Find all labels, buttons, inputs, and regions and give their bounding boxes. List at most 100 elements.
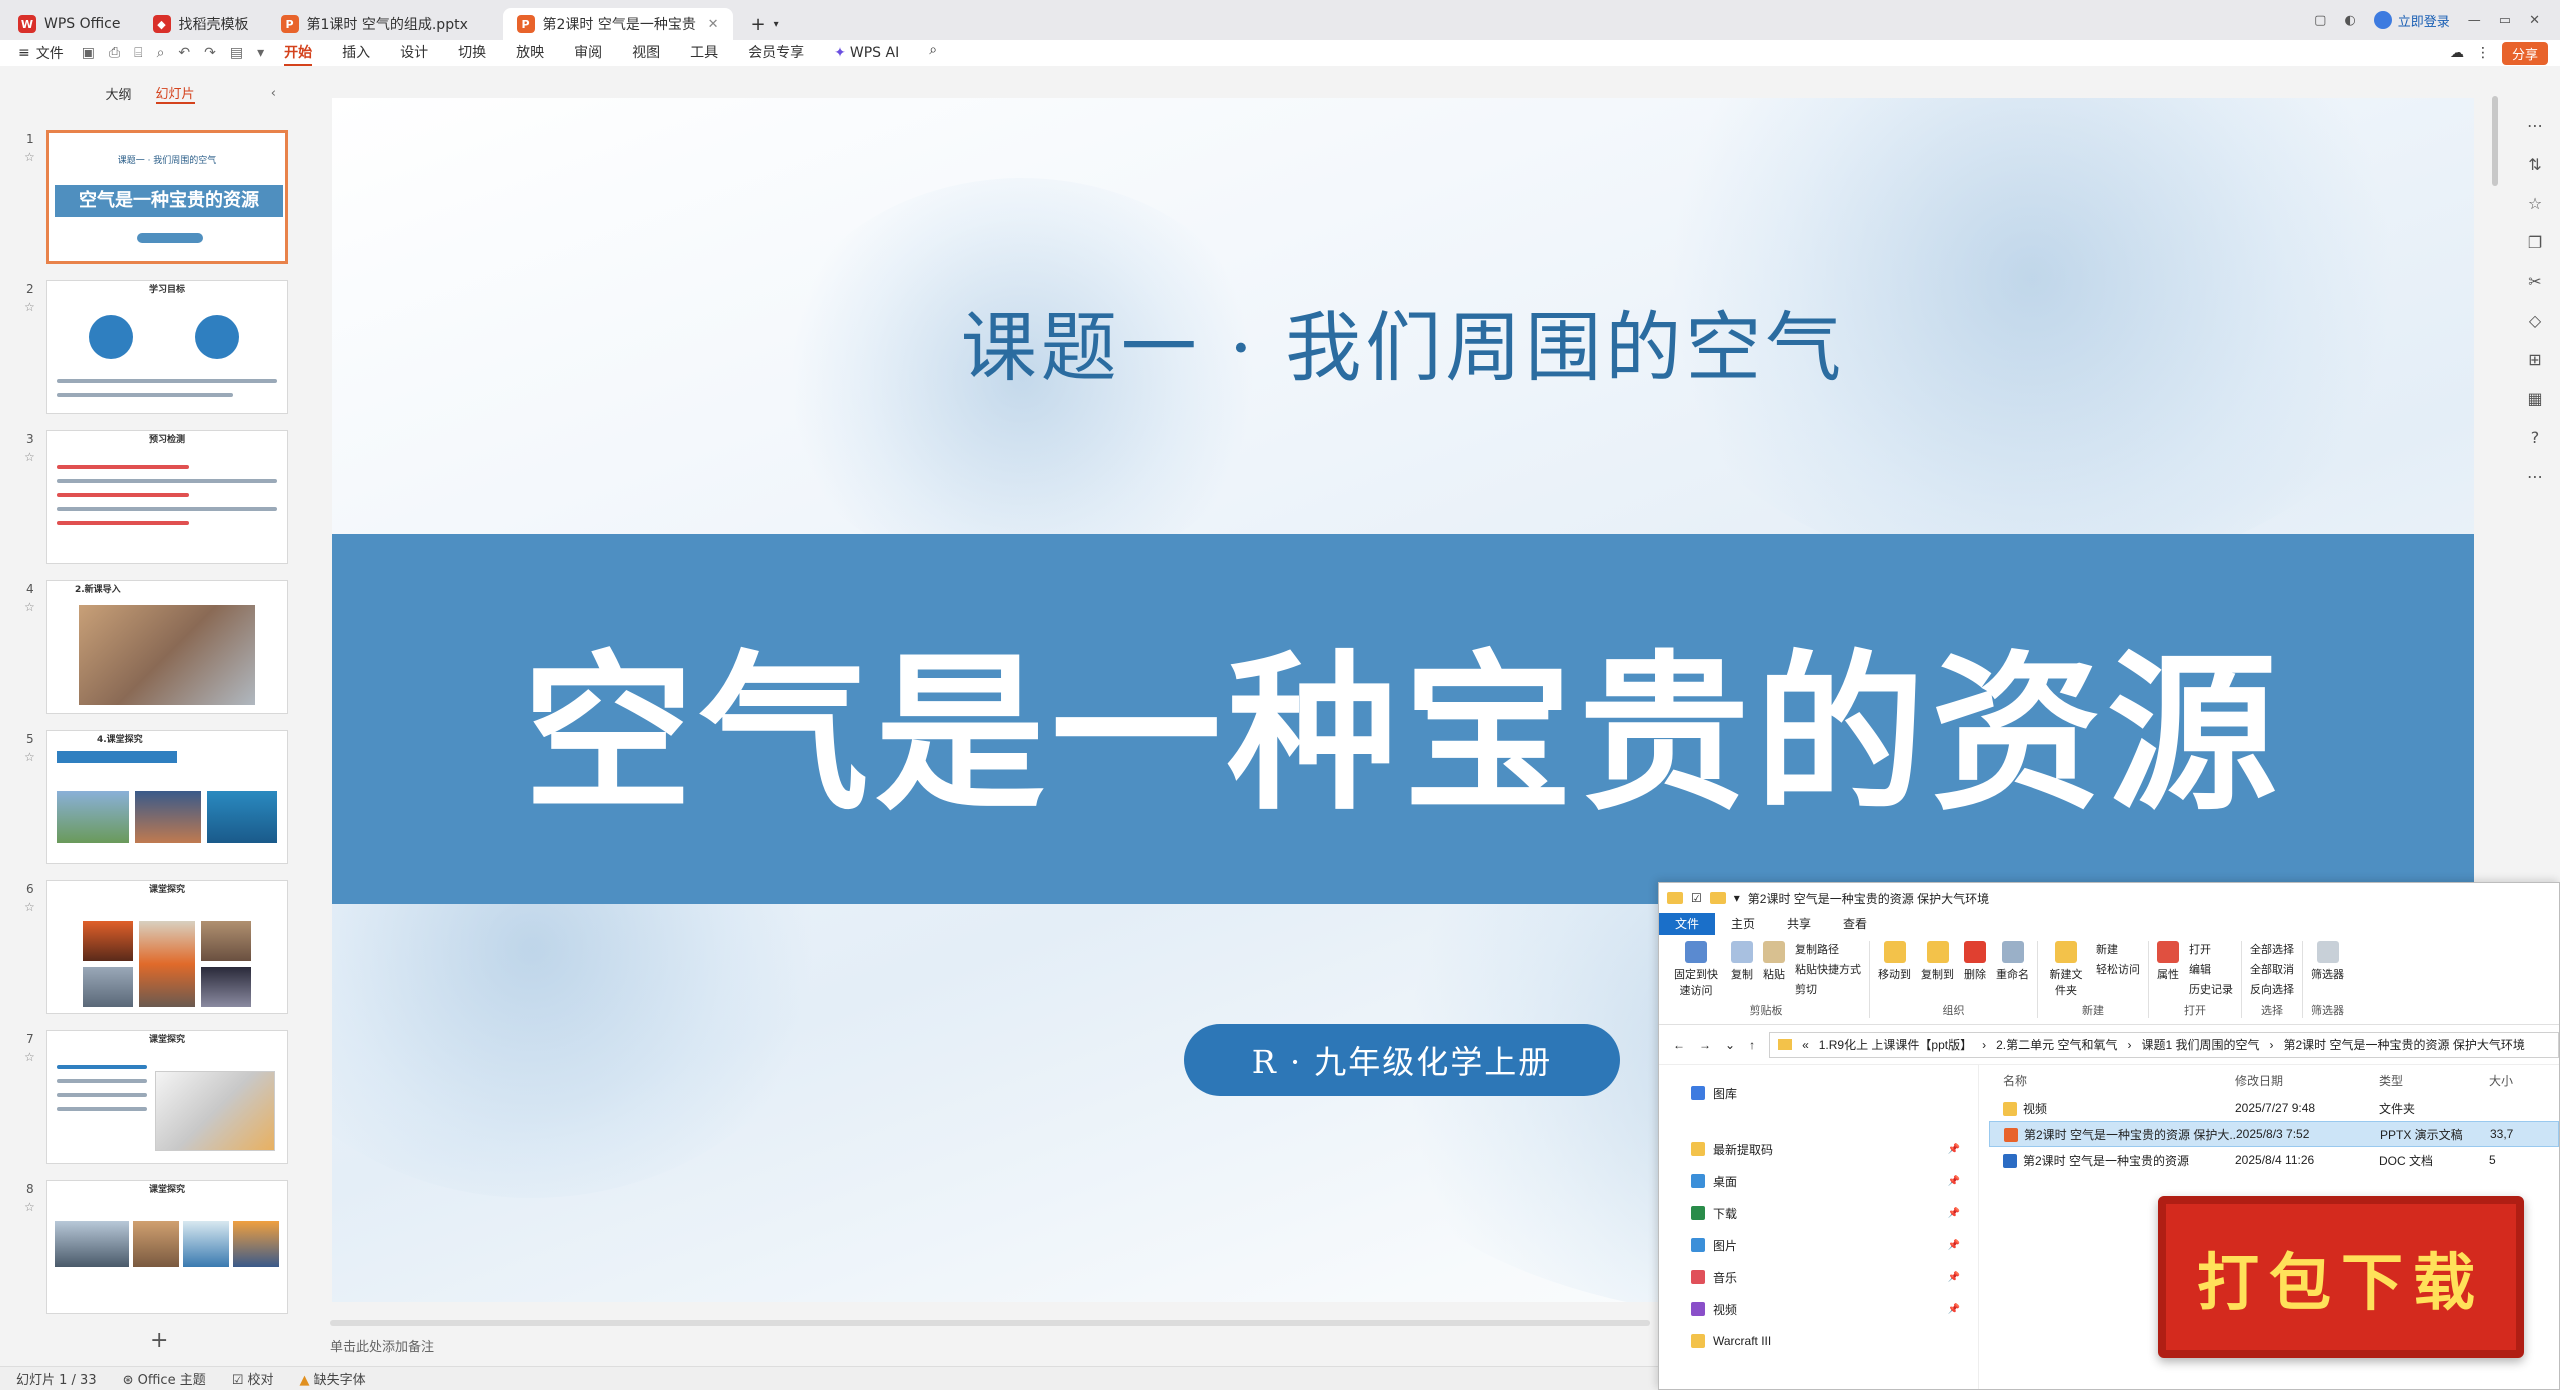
column-name[interactable]: 名称 — [1989, 1072, 2235, 1089]
slide-thumbnail-7[interactable]: 7 ☆ 课堂探究 — [0, 1028, 300, 1168]
skin-icon[interactable]: ◐ — [2344, 13, 2355, 28]
format-painter-icon[interactable]: ▤ — [230, 45, 243, 61]
horizontal-scrollbar[interactable] — [330, 1320, 1650, 1326]
download-package-banner[interactable]: 打包下载 — [2158, 1196, 2524, 1358]
tab-home[interactable]: 主页 — [1715, 913, 1771, 935]
cloud-sync-icon[interactable]: ☁ — [2450, 45, 2464, 61]
nav-item-music[interactable]: 音乐 📌 — [1659, 1261, 1978, 1293]
window-layout-icon[interactable]: ▢ — [2314, 13, 2326, 28]
close-tab-icon[interactable]: ✕ — [708, 17, 719, 32]
star-icon[interactable]: ☆ — [24, 450, 35, 464]
tab-wps-office[interactable]: W WPS Office — [4, 8, 135, 40]
tab-review[interactable]: 审阅 — [574, 40, 602, 66]
breadcrumb-overflow[interactable]: « — [1802, 1038, 1809, 1052]
template-icon[interactable]: ▦ — [2527, 389, 2542, 408]
copy-path-button[interactable]: 复制路径 — [1795, 941, 1861, 957]
tab-file[interactable]: 文件 — [1659, 913, 1716, 935]
tab-ppt-2[interactable]: P 第2课时 空气是一种宝贵的资 ✕ — [502, 8, 733, 40]
column-size[interactable]: 大小 — [2489, 1072, 2549, 1089]
chevron-down-icon[interactable]: ▾ — [257, 45, 264, 61]
adjust-icon[interactable]: ⇅ — [2528, 155, 2541, 174]
nav-item-warcraft[interactable]: Warcraft III — [1659, 1325, 1978, 1357]
star-icon[interactable]: ☆ — [24, 900, 35, 914]
proofread-button[interactable]: ☑ 校对 — [232, 1369, 274, 1388]
more-icon[interactable]: ⋮ — [2476, 45, 2490, 61]
breadcrumb-item[interactable]: 课题1 我们周围的空气 — [2141, 1036, 2259, 1053]
select-none-button[interactable]: 全部取消 — [2250, 961, 2294, 977]
slide-thumbnail-2[interactable]: 2 ☆ 学习目标 — [0, 278, 300, 418]
new-item-button[interactable]: 新建 — [2096, 941, 2140, 957]
nav-item-videos[interactable]: 视频 📌 — [1659, 1293, 1978, 1325]
slide-thumbnail-1[interactable]: 1 ☆ 课题一 · 我们周围的空气 空气是一种宝贵的资源 — [0, 128, 300, 268]
paste-button[interactable]: 粘贴 — [1763, 941, 1785, 998]
address-path[interactable]: « 1.R9化上 上课课件【ppt版】 › 2.第二单元 空气和氧气 › 课题1… — [1769, 1031, 2559, 1058]
history-button[interactable]: 历史记录 — [2189, 981, 2233, 997]
forward-icon[interactable]: → — [1699, 1038, 1711, 1052]
tab-tools[interactable]: 工具 — [690, 40, 718, 66]
missing-font-button[interactable]: ▲ 缺失字体 — [300, 1369, 366, 1388]
shapes-icon[interactable]: ◇ — [2529, 311, 2541, 330]
copy-to-button[interactable]: 复制到 — [1921, 941, 1954, 982]
collapse-icon[interactable]: ⋯ — [2527, 116, 2543, 135]
tools-icon[interactable]: ✂ — [2528, 272, 2541, 291]
star-icon[interactable]: ☆ — [24, 1050, 35, 1064]
slide-title[interactable]: 空气是一种宝贵的资源 — [523, 596, 2283, 842]
chevron-down-icon[interactable]: ▾ — [774, 19, 779, 30]
copy-icon[interactable]: ❐ — [2528, 233, 2542, 252]
tab-share[interactable]: 共享 — [1771, 913, 1827, 935]
slide-thumbnail-6[interactable]: 6 ☆ 课堂探究 — [0, 878, 300, 1018]
add-slide-button[interactable]: + — [150, 1328, 168, 1353]
tab-transition[interactable]: 切换 — [458, 40, 486, 66]
theme-label[interactable]: ⊛ Office 主题 — [123, 1369, 206, 1388]
more-icon[interactable]: ⋯ — [2527, 467, 2543, 486]
pin-quick-access-button[interactable]: 固定到快速访问 — [1671, 941, 1721, 998]
tab-home[interactable]: 开始 — [284, 40, 313, 66]
rename-button[interactable]: 重命名 — [1996, 941, 2029, 982]
slide-thumbnail-5[interactable]: 5 ☆ 4.课堂探究 — [0, 728, 300, 868]
breadcrumb-item[interactable]: 1.R9化上 上课课件【ppt版】 — [1819, 1036, 1972, 1053]
wps-ai-button[interactable]: ✦ WPS AI — [834, 40, 899, 66]
move-to-button[interactable]: 移动到 — [1878, 941, 1911, 982]
tab-insert[interactable]: 插入 — [342, 40, 370, 66]
chevron-down-icon[interactable]: ⌄ — [1725, 1038, 1735, 1052]
help-icon[interactable]: ? — [2531, 428, 2540, 447]
star-icon[interactable]: ☆ — [24, 300, 35, 314]
file-row[interactable]: 视频 2025/7/27 9:48 文件夹 — [1989, 1095, 2559, 1121]
delete-button[interactable]: 删除 — [1964, 941, 1986, 982]
invert-selection-button[interactable]: 反向选择 — [2250, 981, 2294, 997]
notes-placeholder[interactable]: 单击此处添加备注 — [330, 1336, 434, 1355]
chevron-down-icon[interactable]: ▾ — [1734, 891, 1740, 905]
nav-item-desktop[interactable]: 桌面 📌 — [1659, 1165, 1978, 1197]
star-icon[interactable]: ☆ — [24, 150, 35, 164]
easy-access-button[interactable]: 轻松访问 — [2096, 961, 2140, 977]
tab-design[interactable]: 设计 — [400, 40, 428, 66]
slide-thumbnail-3[interactable]: 3 ☆ 预习检测 — [0, 428, 300, 568]
filter-button[interactable]: 筛选器 — [2311, 941, 2344, 982]
properties-button[interactable]: 属性 — [2157, 941, 2179, 997]
breadcrumb-item[interactable]: 2.第二单元 空气和氧气 — [1996, 1036, 2117, 1053]
search-icon[interactable]: ⌕ — [929, 40, 937, 66]
minimize-icon[interactable]: — — [2468, 13, 2481, 28]
column-date[interactable]: 修改日期 — [2235, 1072, 2379, 1089]
nav-item-downloads[interactable]: 下载 📌 — [1659, 1197, 1978, 1229]
tab-view[interactable]: 查看 — [1827, 913, 1883, 935]
print-icon[interactable]: ⌸ — [134, 45, 142, 61]
export-pdf-icon[interactable]: ⎙ — [109, 45, 120, 61]
login-button[interactable]: 立即登录 — [2373, 11, 2450, 30]
new-folder-button[interactable]: 新建文件夹 — [2046, 941, 2086, 998]
new-tab-button[interactable]: + ▾ — [737, 8, 793, 40]
animation-icon[interactable]: ☆ — [2528, 194, 2542, 213]
copy-button[interactable]: 复制 — [1731, 941, 1753, 998]
tab-member[interactable]: 会员专享 — [748, 40, 804, 66]
tab-template[interactable]: ◆ 找稻壳模板 — [139, 8, 263, 40]
collapse-panel-icon[interactable]: ‹ — [271, 86, 276, 101]
select-all-button[interactable]: 全部选择 — [2250, 941, 2294, 957]
slide-subtitle[interactable]: 课题一 · 我们周围的空气 — [332, 286, 2474, 396]
star-icon[interactable]: ☆ — [24, 1200, 35, 1214]
up-icon[interactable]: ↑ — [1749, 1038, 1755, 1052]
breadcrumb-item[interactable]: 第2课时 空气是一种宝贵的资源 保护大气环境 — [2283, 1036, 2524, 1053]
maximize-icon[interactable]: ▭ — [2499, 13, 2511, 28]
tab-view[interactable]: 视图 — [632, 40, 660, 66]
layout-icon[interactable]: ⊞ — [2528, 350, 2541, 369]
preview-icon[interactable]: ⌕ — [157, 45, 165, 61]
